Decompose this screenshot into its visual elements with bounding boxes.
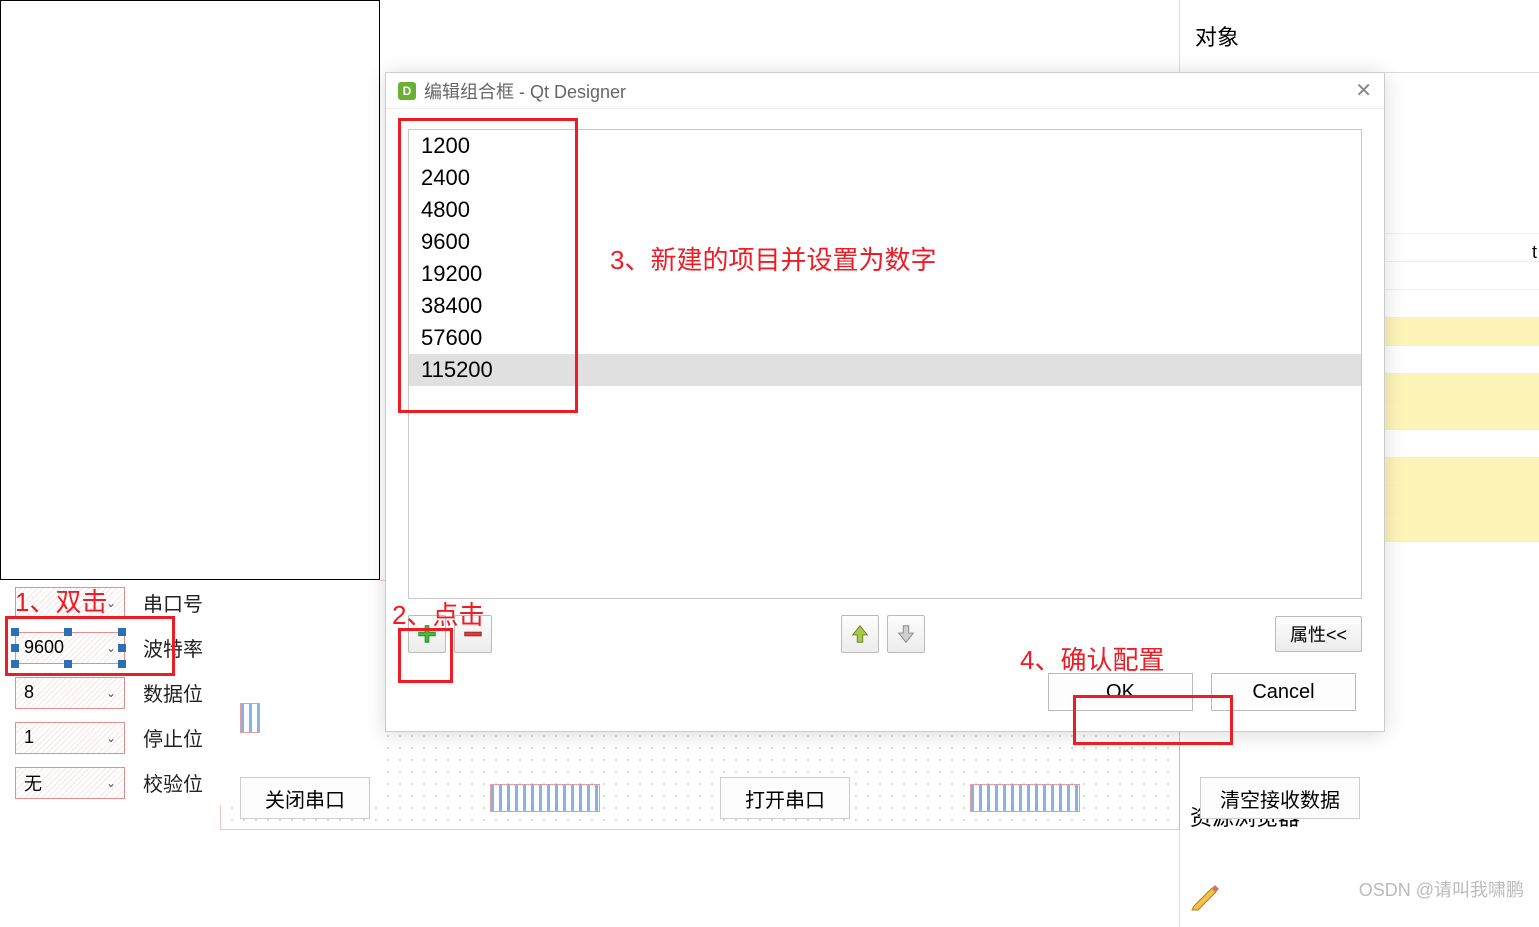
minus-icon bbox=[462, 623, 484, 645]
action-buttons-row: 关闭串口 打开串口 清空接收数据 bbox=[240, 777, 1360, 819]
design-canvas[interactable] bbox=[0, 0, 380, 580]
cancel-button[interactable]: Cancel bbox=[1211, 673, 1356, 711]
close-icon[interactable]: ✕ bbox=[1355, 78, 1372, 103]
clear-rx-button[interactable]: 清空接收数据 bbox=[1200, 777, 1360, 819]
combobox-items-list[interactable]: 1200 2400 4800 9600 19200 38400 57600 11… bbox=[408, 129, 1362, 599]
open-port-button[interactable]: 打开串口 bbox=[720, 777, 850, 819]
dialog-titlebar[interactable]: D 编辑组合框 - Qt Designer ✕ bbox=[386, 73, 1384, 109]
parity-combo[interactable]: 无⌄ bbox=[15, 767, 125, 799]
remove-item-button[interactable] bbox=[454, 615, 492, 653]
list-item[interactable]: 2400 bbox=[409, 162, 1361, 194]
watermark-text: OSDN @请叫我啸鹏 bbox=[1359, 876, 1524, 902]
list-item[interactable]: 19200 bbox=[409, 258, 1361, 290]
pencil-icon bbox=[1190, 880, 1222, 912]
arrow-up-icon bbox=[849, 623, 871, 645]
port-combo[interactable]: ⌄ bbox=[15, 587, 125, 619]
dialog-toolbar: 属性<< bbox=[386, 609, 1384, 663]
edit-combobox-dialog: D 编辑组合框 - Qt Designer ✕ 1200 2400 4800 9… bbox=[385, 72, 1385, 732]
databits-combo[interactable]: 8⌄ bbox=[15, 677, 125, 709]
list-item[interactable]: 4800 bbox=[409, 194, 1361, 226]
dialog-button-row: OK Cancel bbox=[386, 663, 1384, 731]
serial-settings-form: ⌄ 串口号 9600⌄ 波特率 8⌄ 数据位 1⌄ 停止位 无⌄ 校验位 bbox=[0, 580, 380, 805]
baudrate-label: 波特率 bbox=[143, 633, 203, 662]
databits-label: 数据位 bbox=[143, 678, 203, 707]
plus-icon bbox=[416, 623, 438, 645]
list-item[interactable]: 9600 bbox=[409, 226, 1361, 258]
qt-app-icon: D bbox=[398, 82, 416, 100]
list-item[interactable]: 1200 bbox=[409, 130, 1361, 162]
truncated-label: t bbox=[1532, 242, 1537, 263]
add-item-button[interactable] bbox=[408, 615, 446, 653]
baudrate-value: 9600 bbox=[24, 637, 64, 658]
move-down-button[interactable] bbox=[887, 615, 925, 653]
baudrate-combo[interactable]: 9600⌄ bbox=[15, 632, 125, 664]
properties-button[interactable]: 属性<< bbox=[1275, 616, 1362, 652]
close-port-button[interactable]: 关闭串口 bbox=[240, 777, 370, 819]
list-item[interactable]: 57600 bbox=[409, 322, 1361, 354]
stopbits-label: 停止位 bbox=[143, 723, 203, 752]
list-item[interactable]: 38400 bbox=[409, 290, 1361, 322]
stopbits-combo[interactable]: 1⌄ bbox=[15, 722, 125, 754]
hatch-decoration bbox=[240, 703, 260, 733]
ok-button[interactable]: OK bbox=[1048, 673, 1193, 711]
move-up-button[interactable] bbox=[841, 615, 879, 653]
port-label: 串口号 bbox=[143, 588, 203, 617]
parity-label: 校验位 bbox=[143, 768, 203, 797]
dialog-title-text: 编辑组合框 - Qt Designer bbox=[424, 78, 626, 104]
arrow-down-icon bbox=[895, 623, 917, 645]
list-item[interactable]: 115200 bbox=[409, 354, 1361, 386]
object-header: 对象 bbox=[1180, 0, 1539, 73]
